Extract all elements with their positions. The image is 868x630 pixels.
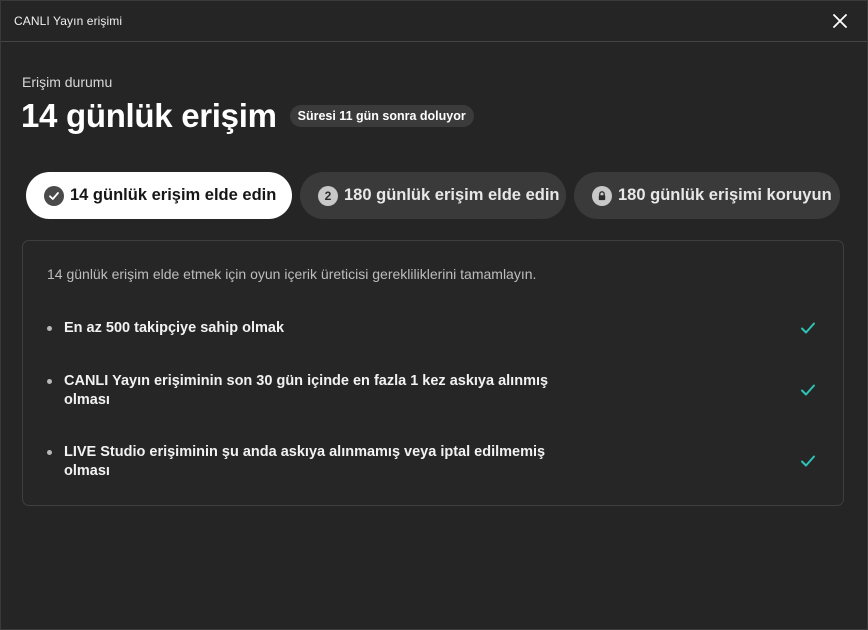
requirements-panel: 14 günlük erişim elde etmek için oyun iç… — [22, 240, 844, 506]
requirement-item: En az 500 takipçiye sahip olmak — [47, 319, 817, 338]
requirement-item: LIVE Studio erişiminin şu anda askıya al… — [47, 443, 817, 481]
close-button[interactable] — [828, 9, 852, 33]
access-heading-row: 14 günlük erişim Süresi 11 gün sonra dol… — [21, 97, 474, 135]
requirement-text: LIVE Studio erişiminin şu anda askıya al… — [64, 444, 546, 479]
bullet-dot — [47, 450, 52, 455]
close-icon — [833, 14, 847, 28]
check-icon — [801, 322, 815, 334]
bullet-dot — [47, 326, 52, 331]
window-title: CANLI Yayın erişimi — [14, 14, 123, 28]
access-status-label: Erişim durumu — [22, 74, 113, 90]
number-2-icon: 2 — [318, 185, 338, 206]
access-dialog: CANLI Yayın erişimi Erişim durumu 14 gün… — [0, 0, 868, 630]
access-tabs: 14 günlük erişim elde edin 2 180 günlük … — [26, 172, 840, 219]
title-bar: CANLI Yayın erişimi — [1, 1, 867, 42]
page-title: 14 günlük erişim — [21, 97, 277, 134]
tab-label: 180 günlük erişim elde edin — [344, 186, 560, 204]
tab-180-day-access[interactable]: 2 180 günlük erişim elde edin — [300, 172, 566, 219]
requirements-intro: 14 günlük erişim elde etmek için oyun iç… — [47, 266, 537, 282]
bullet-dot — [47, 379, 52, 384]
requirement-item: CANLI Yayın erişiminin son 30 gün içinde… — [47, 372, 817, 410]
lock-icon — [592, 185, 612, 206]
tab-label: 180 günlük erişimi koruyun — [618, 186, 832, 204]
tab-14-day-access[interactable]: 14 günlük erişim elde edin — [26, 172, 292, 219]
tab-keep-180-day-access[interactable]: 180 günlük erişimi koruyun — [574, 172, 840, 219]
check-circle-icon — [44, 185, 64, 206]
requirement-text: En az 500 takipçiye sahip olmak — [64, 320, 285, 336]
check-icon — [801, 384, 815, 396]
check-icon — [801, 455, 815, 467]
requirement-text: CANLI Yayın erişiminin son 30 gün içinde… — [64, 373, 549, 408]
expiry-badge: Süresi 11 gün sonra doluyor — [289, 105, 474, 127]
tab-label: 14 günlük erişim elde edin — [70, 186, 277, 204]
